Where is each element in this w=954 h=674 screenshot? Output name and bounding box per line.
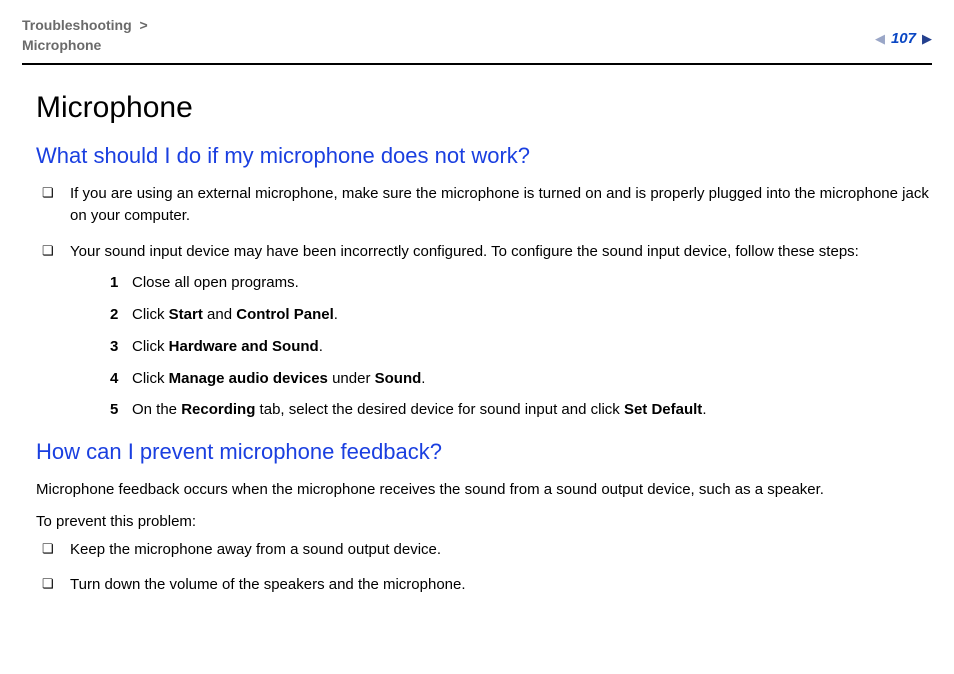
page-content: Microphone What should I do if my microp… — [22, 91, 932, 596]
page-title: Microphone — [36, 91, 932, 125]
list-item: Keep the microphone away from a sound ou… — [36, 539, 932, 561]
step-item: Click Manage audio devices under Sound. — [70, 368, 932, 390]
breadcrumb: Troubleshooting > Microphone — [22, 16, 152, 55]
list-item-text: If you are using an external microphone,… — [70, 185, 929, 224]
page-number-nav: ◀ 107 ▶ — [875, 30, 932, 47]
list-item: If you are using an external microphone,… — [36, 183, 932, 227]
page-header: Troubleshooting > Microphone ◀ 107 ▶ — [22, 16, 932, 65]
list-item-text: Turn down the volume of the speakers and… — [70, 576, 466, 593]
paragraph: Microphone feedback occurs when the micr… — [36, 479, 932, 501]
list-item-text: Keep the microphone away from a sound ou… — [70, 541, 441, 558]
section-heading: What should I do if my microphone does n… — [36, 143, 932, 169]
step-item: On the Recording tab, select the desired… — [70, 399, 932, 421]
step-item: Click Start and Control Panel. — [70, 304, 932, 326]
section-heading: How can I prevent microphone feedback? — [36, 439, 932, 465]
step-item: Click Hardware and Sound. — [70, 336, 932, 358]
breadcrumb-page[interactable]: Microphone — [22, 37, 101, 53]
bullet-list: Keep the microphone away from a sound ou… — [36, 539, 932, 597]
bullet-list: If you are using an external microphone,… — [36, 183, 932, 421]
prev-page-arrow-icon[interactable]: ◀ — [875, 31, 885, 47]
breadcrumb-separator: > — [140, 17, 148, 33]
step-item: Close all open programs. — [70, 272, 932, 294]
breadcrumb-section[interactable]: Troubleshooting — [22, 17, 132, 33]
page-number: 107 — [891, 30, 916, 47]
list-item: Your sound input device may have been in… — [36, 241, 932, 422]
list-item-text: Your sound input device may have been in… — [70, 243, 859, 260]
list-item: Turn down the volume of the speakers and… — [36, 574, 932, 596]
steps-list: Close all open programs. Click Start and… — [70, 272, 932, 421]
paragraph: To prevent this problem: — [36, 511, 932, 533]
next-page-arrow-icon[interactable]: ▶ — [922, 31, 932, 47]
